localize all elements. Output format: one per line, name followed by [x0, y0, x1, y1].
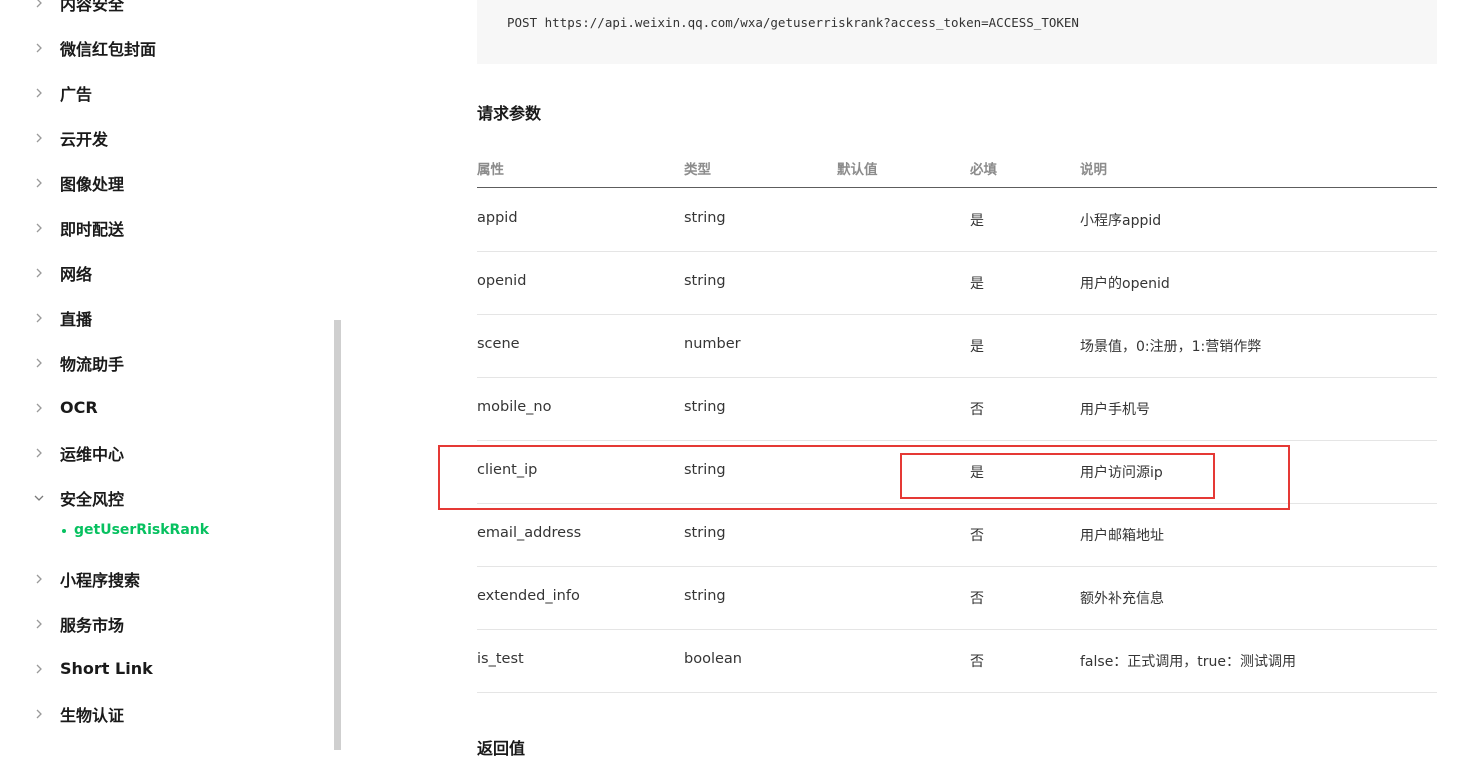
sidebar-subitem-label: getUserRiskRank	[74, 522, 210, 538]
table-row: extended_info string 否 额外补充信息	[477, 566, 1437, 630]
param-name: scene	[477, 336, 520, 352]
sidebar-item-label: 微信红包封面	[60, 39, 157, 59]
table-row: is_test boolean 否 false：正式调用，true：测试调用	[477, 629, 1437, 693]
header-required: 必填	[970, 162, 997, 178]
param-required: 否	[970, 654, 984, 670]
sidebar-item-label: 网络	[60, 264, 93, 284]
request-code: POST https://api.weixin.qq.com/wxa/getus…	[507, 15, 1079, 30]
chevron-right-icon	[36, 448, 42, 457]
sidebar-item-ocr[interactable]: OCR	[0, 385, 330, 430]
chevron-right-icon	[36, 619, 42, 628]
sidebar-item-label: 内容安全	[60, 0, 125, 14]
chevron-right-icon	[36, 178, 42, 187]
param-required: 是	[970, 339, 984, 355]
sidebar-scrollbar-thumb[interactable]	[334, 320, 341, 750]
param-description: 小程序appid	[1080, 213, 1162, 229]
param-description: false：正式调用，true：测试调用	[1080, 654, 1297, 670]
sidebar-item-content-security[interactable]: 内容安全	[0, 0, 330, 25]
chevron-right-icon	[36, 358, 42, 367]
sidebar-item-ads[interactable]: 广告	[0, 70, 330, 115]
sidebar-item-biometric-auth[interactable]: 生物认证	[0, 691, 330, 736]
sidebar-item-miniprogram-search[interactable]: 小程序搜索	[0, 556, 330, 601]
header-name: 属性	[477, 162, 504, 178]
sidebar-item-service-market[interactable]: 服务市场	[0, 601, 330, 646]
chevron-right-icon	[36, 574, 42, 583]
sidebar-item-label: 物流助手	[60, 354, 125, 374]
param-description: 用户手机号	[1080, 402, 1150, 418]
chevron-right-icon	[36, 403, 42, 412]
sidebar-item-label: 直播	[60, 309, 93, 329]
table-row: appid string 是 小程序appid	[477, 188, 1437, 252]
param-type: string	[684, 210, 726, 226]
sidebar-item-ops-center[interactable]: 运维中心	[0, 430, 330, 475]
sidebar-item-label: 即时配送	[60, 219, 125, 239]
param-name: email_address	[477, 525, 582, 541]
sidebar-item-cloud-dev[interactable]: 云开发	[0, 115, 330, 160]
param-name: openid	[477, 273, 527, 289]
param-required: 否	[970, 402, 984, 418]
param-name: appid	[477, 210, 518, 226]
sidebar-item-live[interactable]: 直播	[0, 295, 330, 340]
sidebar-item-short-link[interactable]: Short Link	[0, 646, 330, 691]
param-description: 场景值，0:注册，1:营销作弊	[1080, 339, 1262, 355]
param-name: mobile_no	[477, 399, 552, 415]
chevron-right-icon	[36, 133, 42, 142]
header-description: 说明	[1080, 162, 1107, 178]
table-row: scene number 是 场景值，0:注册，1:营销作弊	[477, 314, 1437, 378]
sidebar-item-label: 云开发	[60, 129, 109, 149]
table-row: email_address string 否 用户邮箱地址	[477, 503, 1437, 567]
sidebar-item-instant-delivery[interactable]: 即时配送	[0, 205, 330, 250]
param-type: string	[684, 273, 726, 289]
chevron-down-icon	[34, 495, 44, 501]
active-dot-icon	[62, 529, 66, 533]
param-description: 用户的openid	[1080, 276, 1170, 292]
sidebar: 内容安全 微信红包封面 广告 云开发 图像处理 即时配送 网络 直播 物流助手 …	[0, 0, 334, 750]
param-type: boolean	[684, 651, 742, 667]
chevron-right-icon	[36, 88, 42, 97]
chevron-right-icon	[36, 223, 42, 232]
return-section-title: 返回值	[477, 739, 526, 758]
sidebar-item-network[interactable]: 网络	[0, 250, 330, 295]
sidebar-item-label: Short Link	[60, 659, 153, 678]
header-type: 类型	[684, 162, 711, 178]
chevron-right-icon	[36, 664, 42, 673]
param-name: extended_info	[477, 588, 580, 604]
param-required: 否	[970, 591, 984, 607]
param-type: number	[684, 336, 741, 352]
param-name: is_test	[477, 651, 524, 667]
header-default: 默认值	[837, 162, 878, 178]
chevron-right-icon	[36, 709, 42, 718]
chevron-right-icon	[36, 43, 42, 52]
sidebar-item-label: 生物认证	[60, 705, 125, 725]
sidebar-item-label: 运维中心	[60, 444, 125, 464]
chevron-right-icon	[36, 313, 42, 322]
param-description: 用户邮箱地址	[1080, 528, 1164, 544]
param-required: 是	[970, 213, 984, 229]
sidebar-item-label: 广告	[60, 84, 93, 104]
sidebar-subitem-getuserriskrank[interactable]: getUserRiskRank	[0, 516, 330, 546]
param-description: 额外补充信息	[1080, 591, 1164, 607]
param-type: string	[684, 588, 726, 604]
chevron-right-icon	[36, 268, 42, 277]
sidebar-item-label: 安全风控	[60, 489, 125, 509]
sidebar-item-image-processing[interactable]: 图像处理	[0, 160, 330, 205]
param-type: string	[684, 399, 726, 415]
table-row: openid string 是 用户的openid	[477, 251, 1437, 315]
table-row: mobile_no string 否 用户手机号	[477, 377, 1437, 441]
sidebar-item-label: 服务市场	[60, 615, 125, 635]
sidebar-item-logistics[interactable]: 物流助手	[0, 340, 330, 385]
sidebar-item-red-packet-cover[interactable]: 微信红包封面	[0, 25, 330, 70]
param-required: 否	[970, 528, 984, 544]
param-required: 是	[970, 276, 984, 292]
sidebar-item-label: 图像处理	[60, 174, 125, 194]
sidebar-item-label: OCR	[60, 398, 98, 417]
sidebar-item-label: 小程序搜索	[60, 570, 141, 590]
param-type: string	[684, 525, 726, 541]
sidebar-item-security-risk[interactable]: 安全风控	[0, 475, 330, 520]
chevron-right-icon	[36, 0, 42, 7]
params-section-title: 请求参数	[477, 104, 542, 123]
request-code-block: POST https://api.weixin.qq.com/wxa/getus…	[477, 0, 1437, 64]
annotation-box-cells	[900, 453, 1215, 499]
